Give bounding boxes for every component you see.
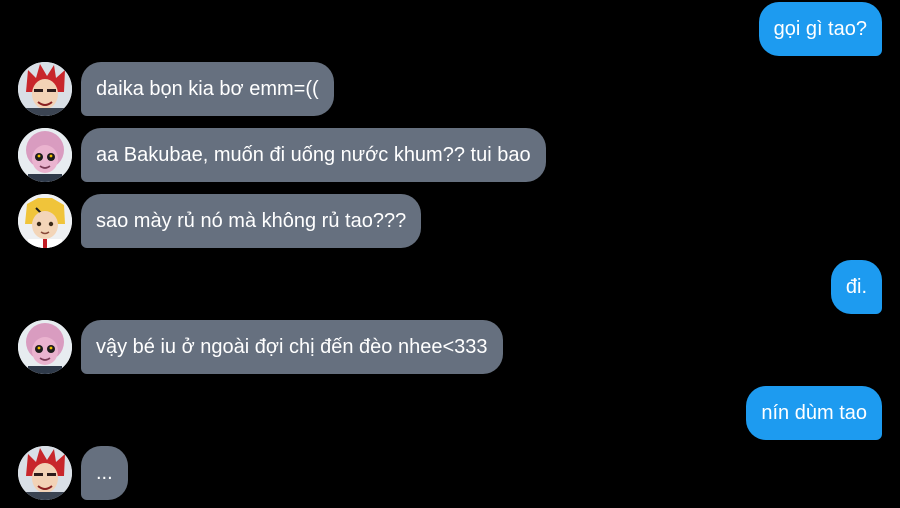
message-bubble-incoming[interactable]: vậy bé iu ở ngoài đợi chị đến đèo nhee<3…	[81, 320, 503, 374]
ashido-avatar-icon	[18, 320, 72, 374]
avatar-ashido[interactable]	[18, 128, 72, 182]
avatar-kirishima[interactable]	[18, 446, 72, 500]
message-bubble-incoming[interactable]: daika bọn kia bơ emm=((	[81, 62, 334, 116]
message-bubble-incoming[interactable]: aa Bakubae, muốn đi uống nước khum?? tui…	[81, 128, 546, 182]
kirishima-avatar-icon	[18, 446, 72, 500]
kirishima-avatar-icon	[18, 62, 72, 116]
message-text: sao mày rủ nó mà không rủ tao???	[96, 209, 407, 232]
ashido-avatar-icon	[18, 128, 72, 182]
message-bubble-outgoing[interactable]: gọi gì tao?	[758, 2, 882, 56]
avatar-kirishima[interactable]	[18, 62, 72, 116]
message-text: vậy bé iu ở ngoài đợi chị đến đèo nhee<3…	[96, 335, 488, 358]
message-bubble-incoming[interactable]: sao mày rủ nó mà không rủ tao???	[81, 194, 422, 248]
message-bubble-outgoing[interactable]: nín dùm tao	[746, 386, 882, 440]
avatar-kaminari[interactable]	[18, 194, 72, 248]
kaminari-avatar-icon	[18, 194, 72, 248]
message-text: gọi gì tao?	[773, 17, 867, 40]
message-text: đi.	[845, 275, 867, 298]
message-text: ...	[96, 461, 113, 484]
message-text: daika bọn kia bơ emm=((	[96, 77, 319, 100]
message-text: aa Bakubae, muốn đi uống nước khum?? tui…	[96, 143, 531, 166]
message-text: nín dùm tao	[761, 401, 867, 424]
message-bubble-outgoing[interactable]: đi.	[830, 260, 882, 314]
avatar-ashido[interactable]	[18, 320, 72, 374]
message-bubble-incoming[interactable]: ...	[81, 446, 128, 500]
